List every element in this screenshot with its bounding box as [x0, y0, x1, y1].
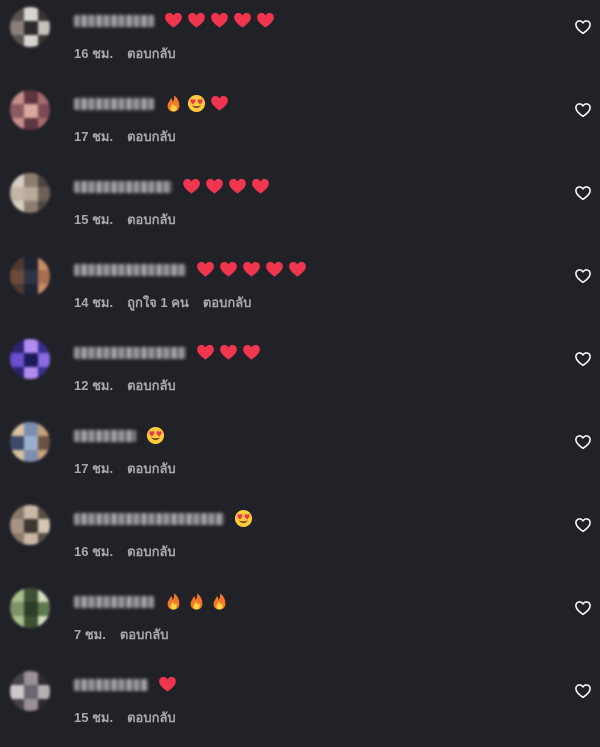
- like-heart-icon[interactable]: [574, 599, 592, 617]
- red-heart-emoji-icon: [252, 178, 269, 194]
- red-heart-emoji-icon: [188, 12, 205, 28]
- comment-meta: 15 ชม. ตอบกลับ: [74, 209, 176, 230]
- comment-username[interactable]: [74, 513, 224, 525]
- red-heart-emoji-icon: [165, 12, 182, 28]
- like-heart-icon[interactable]: [574, 350, 592, 368]
- reply-button[interactable]: ตอบกลับ: [127, 707, 176, 728]
- red-heart-emoji-icon: [243, 261, 260, 277]
- reply-button[interactable]: ตอบกลับ: [120, 624, 169, 645]
- comment-username[interactable]: [74, 347, 186, 359]
- red-heart-emoji-icon: [211, 95, 228, 111]
- comment-item: 14 ชม. ถูกใจ 1 คน ตอบกลับ: [0, 249, 600, 332]
- comment-text: [164, 11, 275, 30]
- comment-text: [182, 177, 270, 196]
- comment-timestamp: 7 ชม.: [74, 627, 106, 642]
- comment-item: 12 ชม. ตอบกลับ: [0, 332, 600, 415]
- comment-meta: 17 ชม. ตอบกลับ: [74, 458, 176, 479]
- avatar[interactable]: [10, 505, 50, 545]
- reply-button[interactable]: ตอบกลับ: [127, 541, 176, 562]
- comment-timestamp: 14 ชม.: [74, 295, 114, 310]
- heart-eyes-emoji-icon: [146, 426, 165, 445]
- comment-text: [196, 343, 261, 362]
- comment-timestamp: 17 ชม.: [74, 461, 114, 476]
- reply-button[interactable]: ตอบกลับ: [127, 126, 176, 147]
- avatar[interactable]: [10, 7, 50, 47]
- reply-button[interactable]: ตอบกลับ: [127, 458, 176, 479]
- comment-timestamp: 17 ชม.: [74, 129, 114, 144]
- comment-meta: 12 ชม. ตอบกลับ: [74, 375, 176, 396]
- red-heart-emoji-icon: [234, 12, 251, 28]
- avatar[interactable]: [10, 422, 50, 462]
- comment-text: [196, 260, 307, 279]
- comment-meta: 15 ชม. ตอบกลับ: [74, 707, 176, 728]
- comment-timestamp: 16 ชม.: [74, 46, 114, 61]
- heart-eyes-emoji-icon: [234, 509, 253, 528]
- comment-username[interactable]: [74, 98, 154, 110]
- fire-emoji-icon: [167, 593, 180, 610]
- fire-emoji-icon: [213, 593, 226, 610]
- red-heart-emoji-icon: [206, 178, 223, 194]
- comment-meta: 16 ชม. ตอบกลับ: [74, 541, 176, 562]
- comment-item: 7 ชม. ตอบกลับ: [0, 581, 600, 664]
- reply-button[interactable]: ตอบกลับ: [127, 43, 176, 64]
- red-heart-emoji-icon: [197, 344, 214, 360]
- like-heart-icon[interactable]: [574, 18, 592, 36]
- comment-username[interactable]: [74, 430, 136, 442]
- red-heart-emoji-icon: [220, 261, 237, 277]
- red-heart-emoji-icon: [266, 261, 283, 277]
- comment-meta: 14 ชม. ถูกใจ 1 คน ตอบกลับ: [74, 292, 251, 313]
- avatar[interactable]: [10, 256, 50, 296]
- like-heart-icon[interactable]: [574, 267, 592, 285]
- red-heart-emoji-icon: [289, 261, 306, 277]
- like-heart-icon[interactable]: [574, 682, 592, 700]
- comment-item: 16 ชม. ตอบกลับ: [0, 0, 600, 83]
- comment-item: 17 ชม. ตอบกลับ: [0, 415, 600, 498]
- avatar[interactable]: [10, 90, 50, 130]
- like-heart-icon[interactable]: [574, 101, 592, 119]
- comment-timestamp: 15 ชม.: [74, 212, 114, 227]
- red-heart-emoji-icon: [159, 676, 176, 692]
- comment-meta: 7 ชม. ตอบกลับ: [74, 624, 168, 645]
- heart-eyes-emoji-icon: [187, 94, 206, 113]
- red-heart-emoji-icon: [229, 178, 246, 194]
- comment-username[interactable]: [74, 679, 148, 691]
- comment-timestamp: 16 ชม.: [74, 544, 114, 559]
- comment-meta: 16 ชม. ตอบกลับ: [74, 43, 176, 64]
- avatar[interactable]: [10, 588, 50, 628]
- comment-username[interactable]: [74, 15, 154, 27]
- red-heart-emoji-icon: [243, 344, 260, 360]
- comment-item: 16 ชม. ตอบกลับ: [0, 498, 600, 581]
- red-heart-emoji-icon: [220, 344, 237, 360]
- comment-text: [234, 509, 253, 528]
- comment-username[interactable]: [74, 181, 172, 193]
- comment-text: [164, 94, 229, 113]
- fire-emoji-icon: [167, 95, 180, 112]
- reply-button[interactable]: ตอบกลับ: [203, 292, 252, 313]
- avatar[interactable]: [10, 671, 50, 711]
- comment-text: [164, 592, 229, 611]
- like-heart-icon[interactable]: [574, 184, 592, 202]
- like-heart-icon[interactable]: [574, 433, 592, 451]
- comment-username[interactable]: [74, 596, 154, 608]
- avatar[interactable]: [10, 173, 50, 213]
- comment-item: 17 ชม. ตอบกลับ: [0, 83, 600, 166]
- reply-button[interactable]: ตอบกลับ: [127, 375, 176, 396]
- red-heart-emoji-icon: [211, 12, 228, 28]
- comment-username[interactable]: [74, 264, 186, 276]
- red-heart-emoji-icon: [197, 261, 214, 277]
- like-heart-icon[interactable]: [574, 516, 592, 534]
- comment-meta: 17 ชม. ตอบกลับ: [74, 126, 176, 147]
- fire-emoji-icon: [190, 593, 203, 610]
- like-count-link[interactable]: ถูกใจ 1 คน: [127, 292, 189, 313]
- comment-timestamp: 15 ชม.: [74, 710, 114, 725]
- comment-text: [158, 675, 177, 694]
- comment-text: [146, 426, 165, 445]
- avatar[interactable]: [10, 339, 50, 379]
- comment-timestamp: 12 ชม.: [74, 378, 114, 393]
- red-heart-emoji-icon: [257, 12, 274, 28]
- reply-button[interactable]: ตอบกลับ: [127, 209, 176, 230]
- red-heart-emoji-icon: [183, 178, 200, 194]
- comment-item: 15 ชม. ตอบกลับ: [0, 166, 600, 249]
